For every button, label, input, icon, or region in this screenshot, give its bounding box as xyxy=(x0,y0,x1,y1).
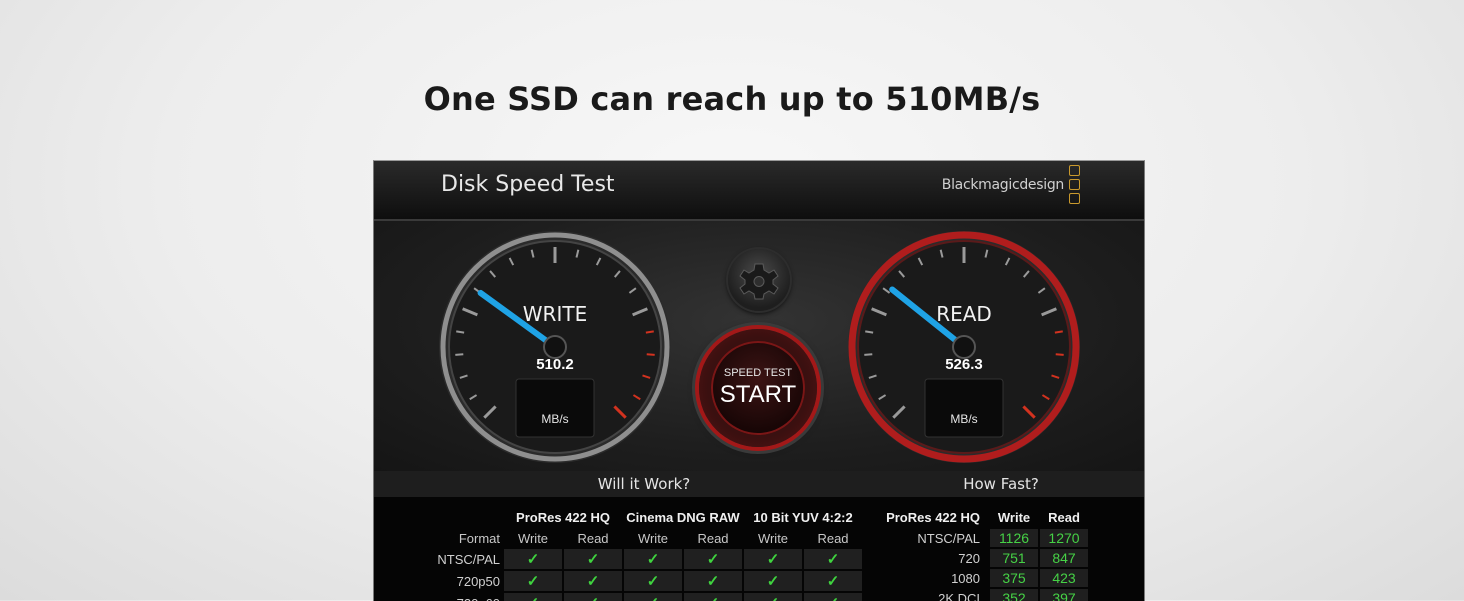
results-tables: ProRes 422 HQ Cinema DNG RAW 10 Bit YUV … xyxy=(374,497,1144,601)
write-fps-cell: 352 xyxy=(990,589,1038,601)
disk-speed-test-window: Disk Speed Test Blackmagicdesign WRITE 5… xyxy=(373,160,1145,601)
read-column-header: Read xyxy=(577,530,609,546)
gauge-tick xyxy=(456,330,465,334)
page-headline: One SSD can reach up to 510MB/s xyxy=(423,80,1041,118)
read-column-header: Read xyxy=(817,530,849,546)
codec-header: 10 Bit YUV 4:2:2 xyxy=(753,509,853,525)
write-speed-value: 510.2 xyxy=(536,356,574,373)
check-icon: ✓ xyxy=(684,571,742,591)
read-fps-cell: 847 xyxy=(1040,549,1088,567)
format-cell: NTSC/PAL xyxy=(437,551,500,567)
write-gauge-label: WRITE xyxy=(522,302,588,326)
table-row: 1080 375 423 xyxy=(883,569,1088,587)
format-column-header: Format xyxy=(458,530,500,546)
check-icon: ✓ xyxy=(744,571,802,591)
speed-test-start-button[interactable]: SPEED TEST START xyxy=(699,329,817,447)
read-speed-unit: MB/s xyxy=(950,412,978,426)
read-fps-cell: 397 xyxy=(1040,589,1088,601)
format-cell: 720p50 xyxy=(456,573,500,589)
gauge-tick xyxy=(455,353,464,356)
check-icon: ✓ xyxy=(804,549,862,569)
read-fps-cell: 423 xyxy=(1040,569,1088,587)
write-column-header: Write xyxy=(637,530,669,546)
gauge-tick xyxy=(1055,353,1064,356)
read-column-header: Read xyxy=(697,530,729,546)
format-cell: NTSC/PAL xyxy=(917,530,980,546)
codec-header: ProRes 422 HQ xyxy=(516,509,610,525)
how-fast-table: ProRes 422 HQ Write Read NTSC/PAL 1126 1… xyxy=(881,505,1090,601)
start-button-label: START xyxy=(719,381,797,408)
write-column-header: Write xyxy=(997,509,1031,525)
write-column-header: Write xyxy=(757,530,789,546)
write-fps-cell: 751 xyxy=(990,549,1038,567)
start-button-caption: SPEED TEST xyxy=(723,367,793,379)
title-bar: Disk Speed Test Blackmagicdesign xyxy=(374,161,1144,221)
gauge-tick xyxy=(646,353,655,356)
table-row: 720p50 ✓ ✓ ✓ ✓ ✓ ✓ xyxy=(423,571,862,591)
read-column-header: Read xyxy=(1048,509,1080,525)
write-gauge: WRITE 510.2 MB/s xyxy=(437,229,673,465)
read-gauge: READ 526.3 MB/s xyxy=(846,229,1082,465)
table-row: NTSC/PAL ✓ ✓ ✓ ✓ ✓ ✓ xyxy=(423,549,862,569)
format-cell: 1080 xyxy=(951,570,980,586)
read-gauge-label: READ xyxy=(936,302,992,326)
app-title: Disk Speed Test xyxy=(441,172,615,197)
settings-button[interactable] xyxy=(728,249,790,311)
write-speed-unit: MB/s xyxy=(541,412,569,426)
gauge-tick xyxy=(1054,330,1063,334)
table-row: NTSC/PAL 1126 1270 xyxy=(883,529,1088,547)
gauge-tick xyxy=(645,330,654,334)
check-icon: ✓ xyxy=(744,549,802,569)
read-speed-value: 526.3 xyxy=(945,356,983,373)
read-gauge-dial xyxy=(848,231,1080,463)
will-it-work-table: ProRes 422 HQ Cinema DNG RAW 10 Bit YUV … xyxy=(421,505,864,601)
codec-header: Cinema DNG RAW xyxy=(626,509,740,525)
brand-logo-text: Blackmagicdesign xyxy=(941,177,1065,193)
will-it-work-heading: Will it Work? xyxy=(374,471,914,497)
check-icon: ✓ xyxy=(684,549,742,569)
write-fps-cell: 1126 xyxy=(990,529,1038,547)
gauge-panel: WRITE 510.2 MB/s SPEED TEST START READ 5… xyxy=(374,221,1144,471)
write-fps-cell: 375 xyxy=(990,569,1038,587)
read-fps-cell: 1270 xyxy=(1040,529,1088,547)
gear-icon xyxy=(739,263,779,300)
table-row: 2K DCI 352 397 xyxy=(883,589,1088,601)
format-cell: 720 xyxy=(958,550,980,566)
check-icon: ✓ xyxy=(624,549,682,569)
table-row: 720 751 847 xyxy=(883,549,1088,567)
write-column-header: Write xyxy=(517,530,549,546)
gauge-tick xyxy=(864,353,873,356)
check-icon: ✓ xyxy=(504,549,562,569)
check-icon: ✓ xyxy=(624,571,682,591)
brand-logo-icon xyxy=(1069,165,1081,207)
gauge-tick xyxy=(865,330,874,334)
how-fast-heading: How Fast? xyxy=(858,471,1144,497)
check-icon: ✓ xyxy=(564,571,622,591)
format-cell: 2K DCI xyxy=(938,590,980,601)
codec-header: ProRes 422 HQ xyxy=(886,509,980,525)
check-icon: ✓ xyxy=(504,571,562,591)
check-icon: ✓ xyxy=(564,549,622,569)
check-icon: ✓ xyxy=(804,571,862,591)
write-gauge-dial xyxy=(439,231,671,463)
